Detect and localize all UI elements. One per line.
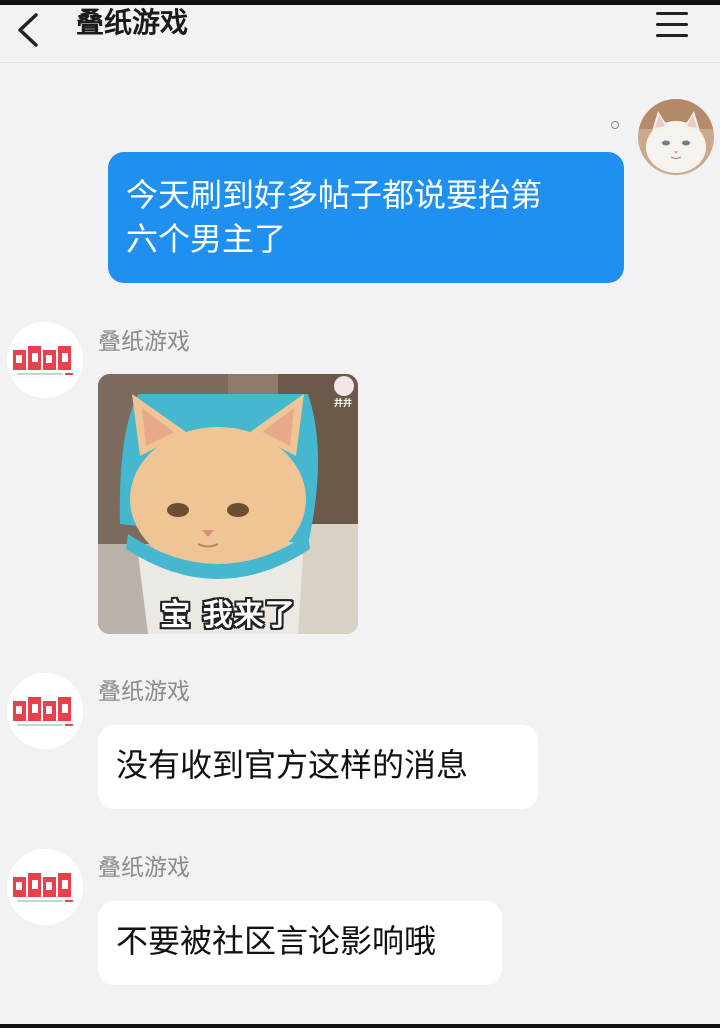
sender-name: 叠纸游戏 bbox=[98, 679, 190, 705]
sticker-watermark-badge: 井井 bbox=[333, 399, 352, 409]
outgoing-message-bubble[interactable]: 今天刷到好多帖子都说要抬第 六个男主了 bbox=[108, 152, 624, 283]
chevron-left-icon[interactable] bbox=[8, 7, 48, 53]
message-text: 不要被社区言论影响哦 bbox=[116, 922, 437, 960]
sender-avatar[interactable] bbox=[7, 673, 83, 749]
message-status-indicator bbox=[611, 121, 619, 129]
paper-games-logo-icon bbox=[7, 322, 83, 398]
message-text-line: 六个男主了 bbox=[126, 220, 287, 258]
hamburger-menu-icon[interactable] bbox=[650, 7, 694, 43]
chat-title: 叠纸游戏 bbox=[76, 6, 189, 39]
message-text: 没有收到官方这样的消息 bbox=[116, 746, 469, 784]
paper-games-logo-icon bbox=[7, 673, 83, 749]
chat-header: 叠纸游戏 bbox=[0, 5, 720, 63]
sticker-caption: 宝 我来了 bbox=[160, 598, 296, 633]
self-avatar[interactable] bbox=[638, 99, 714, 175]
sender-name: 叠纸游戏 bbox=[98, 855, 190, 881]
chat-screen: 叠纸游戏 今天刷到好多帖子都说要抬第 六个男主了 叠纸游戏 宝 我来了 井井 叠… bbox=[0, 0, 720, 1028]
screen-bottom-edge bbox=[0, 1024, 720, 1028]
message-text-line: 今天刷到好多帖子都说要抬第 bbox=[126, 176, 543, 214]
incoming-message-bubble[interactable]: 不要被社区言论影响哦 bbox=[98, 901, 502, 985]
sender-avatar[interactable] bbox=[7, 322, 83, 398]
cat-sticker[interactable]: 宝 我来了 井井 bbox=[98, 374, 358, 634]
sender-name: 叠纸游戏 bbox=[98, 329, 190, 355]
incoming-message-bubble[interactable]: 没有收到官方这样的消息 bbox=[98, 725, 538, 809]
paper-games-logo-icon bbox=[7, 849, 83, 925]
sender-avatar[interactable] bbox=[7, 849, 83, 925]
white-cat-avatar-icon bbox=[638, 99, 714, 175]
